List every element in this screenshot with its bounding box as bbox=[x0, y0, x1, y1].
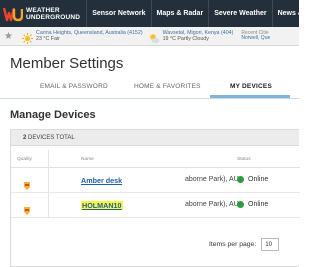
nav-news[interactable]: News & bbox=[271, 0, 308, 27]
recent-cities[interactable]: Recent Citie Norwell, Que bbox=[241, 30, 271, 42]
column-name[interactable]: Name bbox=[81, 157, 94, 162]
device-location: aborne Park), AU bbox=[185, 201, 239, 208]
device-status: Online bbox=[237, 176, 268, 183]
devices-total-header: 2 DEVICES TOTAL bbox=[11, 130, 299, 146]
devices-total-count: 2 bbox=[23, 135, 27, 141]
column-status[interactable]: Status bbox=[237, 157, 251, 162]
favorite-location-1-conditions: 23 °C Fair bbox=[36, 36, 60, 42]
favorite-location-1-text: Carina Heights, Queensland, Australia (4… bbox=[36, 30, 143, 42]
favorite-location-1[interactable]: Carina Heights, Queensland, Australia (4… bbox=[22, 30, 143, 44]
settings-tabs: EMAIL & PASSWORD HOME & FAVORITES MY DEV… bbox=[0, 77, 299, 99]
items-per-page-select[interactable]: 10 bbox=[261, 238, 280, 251]
partly-cloudy-icon bbox=[149, 31, 160, 43]
column-quality[interactable]: Quality bbox=[17, 157, 32, 162]
online-status-icon bbox=[237, 176, 244, 183]
favorite-location-2-conditions: 19 °C Partly Cloudy bbox=[162, 36, 209, 42]
sun-icon bbox=[22, 31, 33, 44]
online-status-icon bbox=[237, 201, 244, 208]
tab-home-favorites[interactable]: HOME & FAVORITES bbox=[134, 83, 201, 90]
logo-line-2: UNDERGROUND bbox=[26, 13, 81, 21]
tab-my-devices[interactable]: MY DEVICES bbox=[230, 83, 272, 90]
items-per-page-label: Items per page: bbox=[209, 241, 257, 248]
device-link-amber-desk[interactable]: Amber desk bbox=[81, 176, 122, 185]
device-status-text: Online bbox=[248, 201, 269, 208]
section-title: Manage Devices bbox=[10, 109, 96, 121]
star-icon[interactable]: ★ bbox=[4, 31, 16, 42]
logo-wordmark: WEATHER UNDERGROUND bbox=[26, 7, 80, 21]
table-row: HOLMAN10 aborne Park), AU Online bbox=[11, 193, 300, 218]
page-title: Member Settings bbox=[10, 55, 124, 72]
device-location: aborne Park), AU bbox=[185, 176, 239, 183]
active-tab-indicator bbox=[210, 95, 290, 98]
devices-total-label: DEVICES TOTAL bbox=[28, 135, 75, 141]
pagination: Items per page: 10 bbox=[209, 238, 280, 251]
top-nav: WEATHER UNDERGROUND Sensor Network Maps … bbox=[0, 0, 303, 27]
nav-maps-radar[interactable]: Maps & Radar bbox=[150, 0, 209, 27]
tab-email-password[interactable]: EMAIL & PASSWORD bbox=[40, 83, 108, 90]
nav-sensor-network[interactable]: Sensor Network bbox=[86, 0, 150, 27]
device-status: Online bbox=[237, 201, 268, 208]
device-link-holman10[interactable]: HOLMAN10 bbox=[81, 201, 123, 210]
wunderground-logo-icon bbox=[2, 4, 24, 24]
favorite-location-2[interactable]: Wavsetal, Migori, Kenya (404) 19 °C Part… bbox=[149, 30, 234, 43]
device-status-text: Online bbox=[248, 176, 269, 183]
quality-badge-icon bbox=[23, 202, 31, 215]
favorites-weather-bar: ★ Carina Heights, Queensland, Australia … bbox=[0, 27, 299, 46]
nav-severe-weather[interactable]: Severe Weather bbox=[208, 0, 271, 27]
table-row: Amber desk aborne Park), AU Online bbox=[11, 168, 300, 193]
devices-table-header: Quality Name Status bbox=[11, 150, 300, 168]
devices-panel: 2 DEVICES TOTAL Quality Name Status Ambe… bbox=[10, 129, 300, 267]
logo-line-1: WEATHER bbox=[26, 6, 60, 14]
wunderground-logo[interactable]: WEATHER UNDERGROUND bbox=[0, 0, 80, 27]
quality-badge-icon bbox=[23, 177, 31, 190]
favorite-location-2-text: Wavsetal, Migori, Kenya (404) 19 °C Part… bbox=[163, 30, 234, 42]
nav-menu: Sensor Network Maps & Radar Severe Weath… bbox=[86, 0, 308, 27]
recent-city-name: Norwell, Que bbox=[241, 35, 271, 41]
